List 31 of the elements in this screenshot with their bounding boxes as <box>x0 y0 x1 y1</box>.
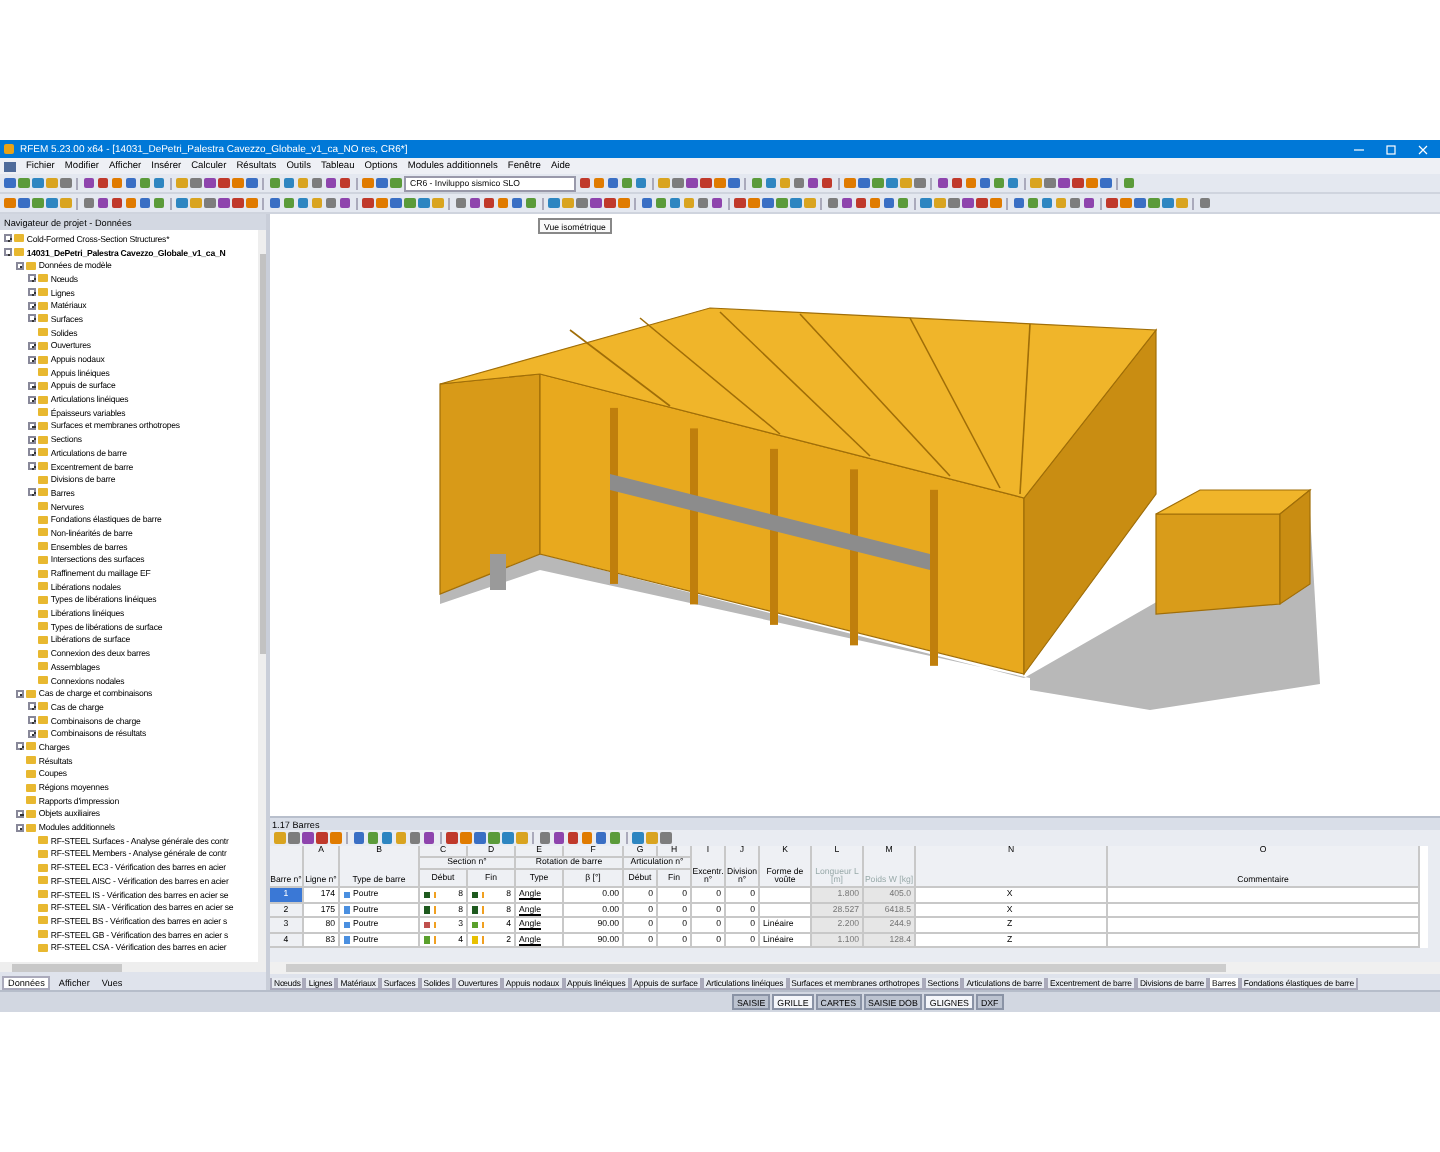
expand-toggle[interactable] <box>16 742 24 751</box>
expand-toggle[interactable] <box>28 435 36 444</box>
scrollbar[interactable] <box>0 962 266 972</box>
expand-toggle[interactable] <box>28 341 36 350</box>
expand-toggle[interactable] <box>28 288 36 297</box>
expand-toggle[interactable] <box>28 421 36 430</box>
minimize-icon[interactable] <box>1350 143 1368 155</box>
expand-toggle[interactable] <box>16 261 24 270</box>
maximize-icon[interactable] <box>1382 143 1400 155</box>
expand-toggle[interactable] <box>28 462 36 471</box>
expand-toggle[interactable] <box>16 809 24 818</box>
expand-toggle[interactable] <box>16 689 24 698</box>
expand-toggle[interactable] <box>28 716 36 725</box>
expand-toggle[interactable] <box>28 448 36 457</box>
expand-toggle[interactable] <box>4 248 12 257</box>
expand-toggle[interactable] <box>4 234 12 243</box>
expand-toggle[interactable] <box>28 381 36 390</box>
expand-toggle[interactable] <box>28 729 36 738</box>
close-icon[interactable] <box>1414 143 1432 155</box>
expand-toggle[interactable] <box>16 823 24 832</box>
expand-toggle[interactable] <box>28 301 36 310</box>
expand-toggle[interactable] <box>28 702 36 711</box>
scrollbar[interactable] <box>258 230 266 962</box>
document-icon[interactable] <box>4 161 16 171</box>
expand-toggle[interactable] <box>28 274 36 283</box>
expand-toggle[interactable] <box>28 488 36 497</box>
expand-toggle[interactable] <box>28 355 36 364</box>
expand-toggle[interactable] <box>28 314 36 323</box>
app-icon <box>4 144 14 154</box>
scrollbar[interactable] <box>270 962 1440 974</box>
expand-toggle[interactable] <box>28 395 36 404</box>
